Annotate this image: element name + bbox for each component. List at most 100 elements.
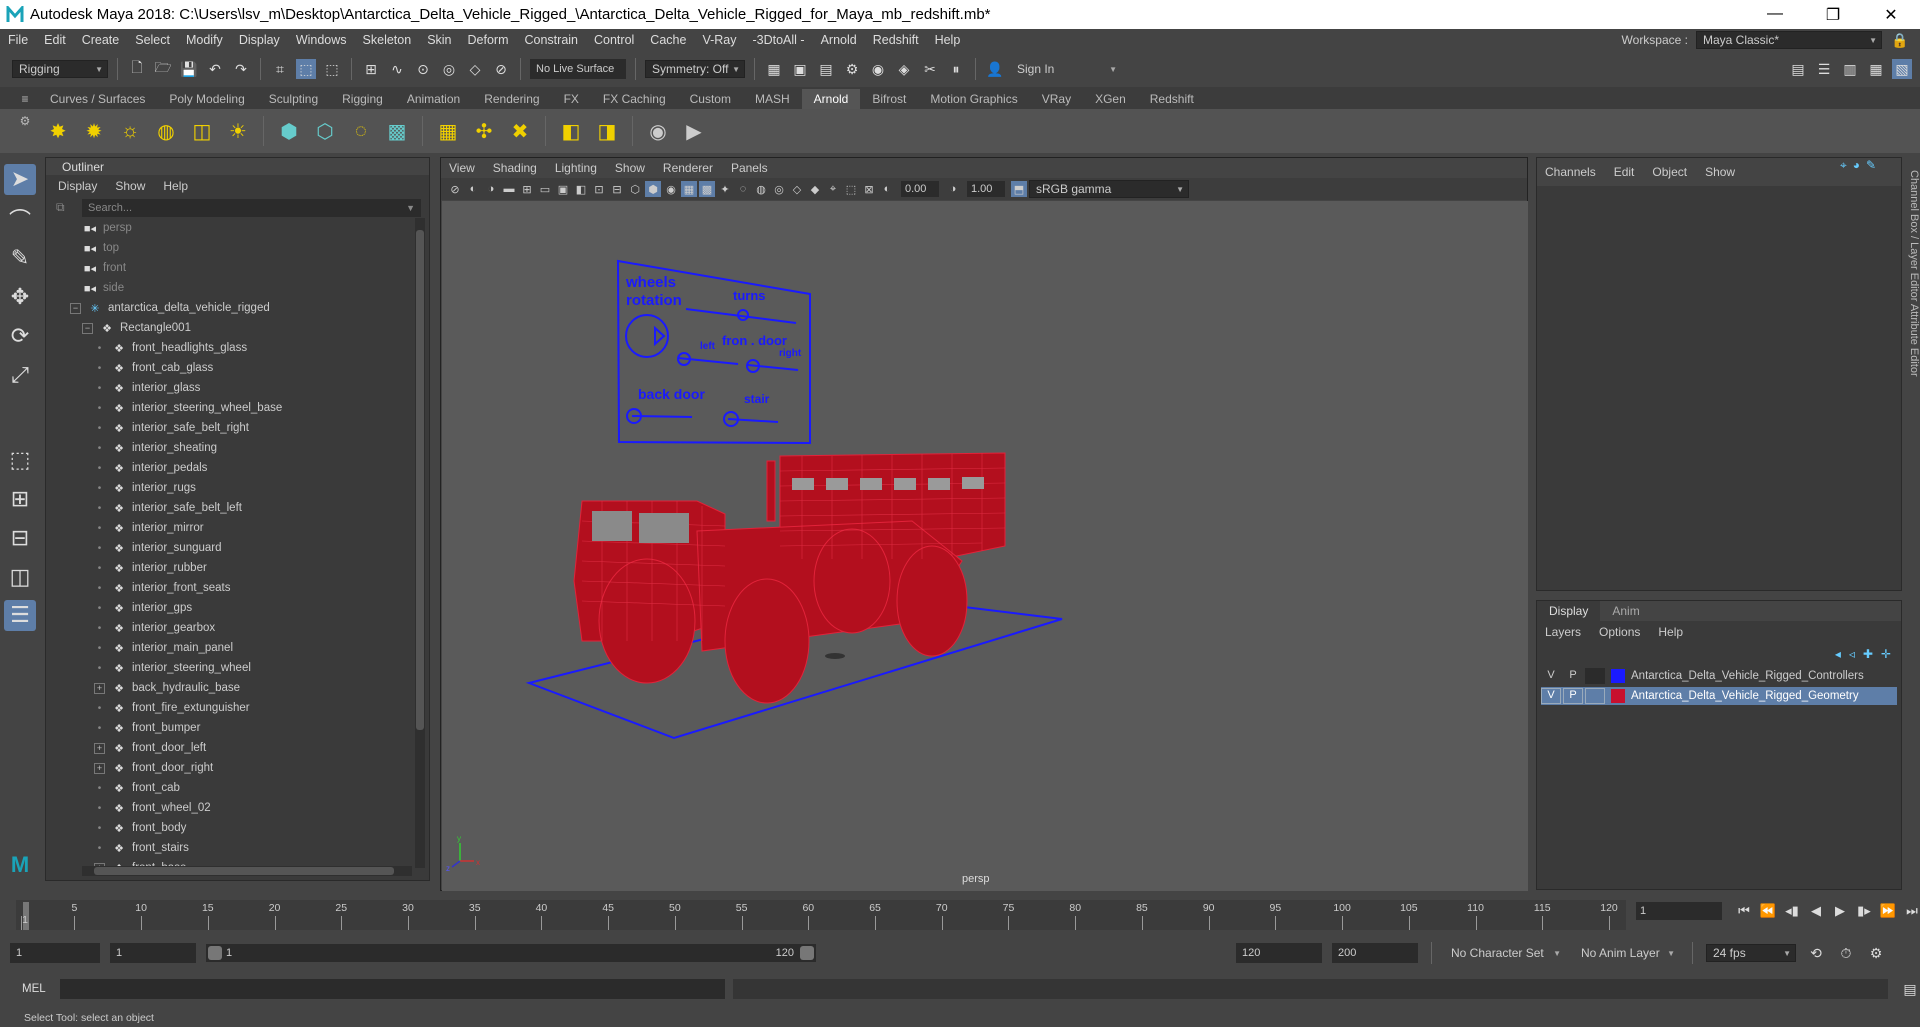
outliner-item[interactable]: + ❖ front_door_right: [54, 758, 414, 778]
expand-icon[interactable]: +: [94, 762, 105, 774]
viewport-menu-shading[interactable]: Shading: [493, 161, 537, 175]
minimize-icon[interactable]: —: [1746, 5, 1804, 25]
new-layer-selected-icon[interactable]: ✛: [1881, 647, 1891, 661]
menu-redshift[interactable]: Redshift: [865, 33, 927, 47]
layer-tab-anim[interactable]: Anim: [1600, 601, 1651, 621]
outliner-item[interactable]: • ❖ interior_rubber: [54, 558, 414, 578]
outliner-item[interactable]: • ❖ interior_gps: [54, 598, 414, 618]
outliner-root-node[interactable]: − ✳ antarctica_delta_vehicle_rigged: [54, 298, 414, 318]
filter-icon[interactable]: ⧉: [56, 200, 65, 215]
outliner-item[interactable]: • ❖ front_stairs: [54, 838, 414, 858]
safe-action-icon[interactable]: ⊟: [609, 181, 625, 197]
camera-select-icon[interactable]: ⊘: [447, 181, 463, 197]
menu-help[interactable]: Help: [927, 33, 969, 47]
shelf-tab-animation[interactable]: Animation: [395, 89, 472, 109]
channels-menu[interactable]: Channels: [1545, 165, 1596, 179]
fps-dropdown[interactable]: 24 fps: [1706, 944, 1796, 962]
outliner-item[interactable]: • ❖ interior_mirror: [54, 518, 414, 538]
skydome-light-icon[interactable]: ◍: [152, 117, 180, 145]
physical-sky-icon[interactable]: ☀: [224, 117, 252, 145]
outliner-item[interactable]: • ❖ interior_pedals: [54, 458, 414, 478]
outliner-menu-help[interactable]: Help: [163, 179, 188, 193]
light-portal-icon[interactable]: ◫: [188, 117, 216, 145]
sign-in-button[interactable]: Sign In: [1011, 60, 1121, 78]
lock-icon[interactable]: 🔒: [1890, 30, 1910, 50]
export-standin-icon[interactable]: ⬡: [311, 117, 339, 145]
go-to-start-icon[interactable]: ⏮: [1734, 903, 1754, 919]
menu-control[interactable]: Control: [586, 33, 642, 47]
outliner-item[interactable]: • ❖ interior_glass: [54, 378, 414, 398]
xray-active-icon[interactable]: ⊠: [861, 181, 877, 197]
live-surface-field[interactable]: No Live Surface: [530, 59, 626, 79]
playback-end-field[interactable]: 120: [1236, 943, 1322, 963]
standin-icon[interactable]: ⬢: [275, 117, 303, 145]
default-material-icon[interactable]: ◉: [663, 181, 679, 197]
script-editor-icon[interactable]: ▤: [1900, 979, 1920, 999]
close-icon[interactable]: ✕: [1862, 5, 1920, 25]
volume-icon[interactable]: ▩: [383, 117, 411, 145]
gamma-icon[interactable]: ◑: [945, 181, 961, 197]
shelf-tab-xgen[interactable]: XGen: [1083, 89, 1138, 109]
play-backward-icon[interactable]: ◀: [1806, 903, 1826, 919]
shadows-icon[interactable]: ◍: [753, 181, 769, 197]
exposure-icon[interactable]: ◐: [879, 181, 895, 197]
outliner-item[interactable]: • ❖ front_cab_glass: [54, 358, 414, 378]
image-plane-icon[interactable]: ▬: [501, 181, 517, 197]
shelf-tab-fx-caching[interactable]: FX Caching: [591, 89, 678, 109]
camera-attributes-icon[interactable]: ◐: [465, 181, 481, 197]
move-layer-down-icon[interactable]: ◃: [1849, 647, 1855, 661]
layer-row-geometry[interactable]: V P Antarctica_Delta_Vehicle_Rigged_Geom…: [1541, 687, 1897, 705]
layer-color-swatch[interactable]: [1611, 689, 1625, 703]
rotate-tool-icon[interactable]: ⟳: [4, 320, 36, 351]
area-light-icon[interactable]: ✸: [44, 117, 72, 145]
animation-end-field[interactable]: 200: [1332, 943, 1418, 963]
viewport-canvas[interactable]: wheels rotation turns left fron . door r…: [442, 201, 1528, 891]
snap-curve-icon[interactable]: ∿: [387, 59, 407, 79]
outliner-item[interactable]: • ❖ interior_gearbox: [54, 618, 414, 638]
edit-icon[interactable]: ✎: [1866, 158, 1876, 173]
layers-menu[interactable]: Layers: [1545, 625, 1581, 639]
render-view-icon[interactable]: ▦: [764, 59, 784, 79]
bookmark-icon[interactable]: ◑: [483, 181, 499, 197]
outliner-item[interactable]: • ❖ front_wheel_02: [54, 798, 414, 818]
ipr-render-icon[interactable]: ▤: [816, 59, 836, 79]
wireframe-on-shaded-icon[interactable]: ▦: [681, 181, 697, 197]
layer-row-controllers[interactable]: V P Antarctica_Delta_Vehicle_Rigged_Cont…: [1541, 667, 1897, 685]
layer-display-type-toggle[interactable]: [1585, 688, 1605, 704]
anim-prefs-icon[interactable]: ⚙: [1866, 943, 1886, 963]
auto-key-icon[interactable]: ⏱: [1836, 943, 1856, 963]
persp-outliner-layout-icon[interactable]: ◫: [4, 561, 36, 592]
range-bar[interactable]: 1 120: [206, 944, 816, 962]
viewport-menu-panels[interactable]: Panels: [731, 161, 768, 175]
menu-modify[interactable]: Modify: [178, 33, 231, 47]
color-management-icon[interactable]: ⬒: [1011, 181, 1027, 197]
shelf-tab-arnold[interactable]: Arnold: [801, 89, 861, 109]
outliner-camera-persp[interactable]: ■◂ persp: [54, 218, 414, 238]
xray-joints-icon[interactable]: ⬚: [843, 181, 859, 197]
save-scene-icon[interactable]: 💾: [179, 59, 199, 79]
modeling-toolkit-icon[interactable]: ▤: [1788, 59, 1808, 79]
film-gate-icon[interactable]: ▭: [537, 181, 553, 197]
pause-icon[interactable]: ⏸: [946, 59, 966, 79]
playback-start-field[interactable]: 1: [110, 943, 196, 963]
graph-icon[interactable]: ◕: [1853, 158, 1860, 173]
scale-tool-icon[interactable]: ⤢: [4, 359, 36, 390]
outliner-item[interactable]: • ❖ interior_sunguard: [54, 538, 414, 558]
photometric-light-icon[interactable]: ☼: [116, 117, 144, 145]
shelf-tab-fx[interactable]: FX: [552, 89, 591, 109]
outliner-item[interactable]: • ❖ interior_main_panel: [54, 638, 414, 658]
gate-mask-icon[interactable]: ◧: [573, 181, 589, 197]
outliner-item[interactable]: • ❖ interior_safe_belt_right: [54, 418, 414, 438]
redshift-render-icon[interactable]: ◈: [894, 59, 914, 79]
outliner-camera-side[interactable]: ■◂ side: [54, 278, 414, 298]
outliner-camera-top[interactable]: ■◂ top: [54, 238, 414, 258]
workspace-dropdown[interactable]: Maya Classic*: [1696, 31, 1882, 49]
layer-playback-toggle[interactable]: P: [1563, 668, 1583, 684]
flush-textures-icon[interactable]: ▦: [434, 117, 462, 145]
key-channels-icon[interactable]: ⌖: [1840, 158, 1847, 173]
arnold-aov-icon[interactable]: ◨: [593, 117, 621, 145]
shelf-tab-redshift[interactable]: Redshift: [1138, 89, 1206, 109]
outliner-item[interactable]: + ❖ front_door_left: [54, 738, 414, 758]
outliner-item[interactable]: • ❖ interior_sheating: [54, 438, 414, 458]
outliner-item[interactable]: • ❖ front_fire_extunguisher: [54, 698, 414, 718]
